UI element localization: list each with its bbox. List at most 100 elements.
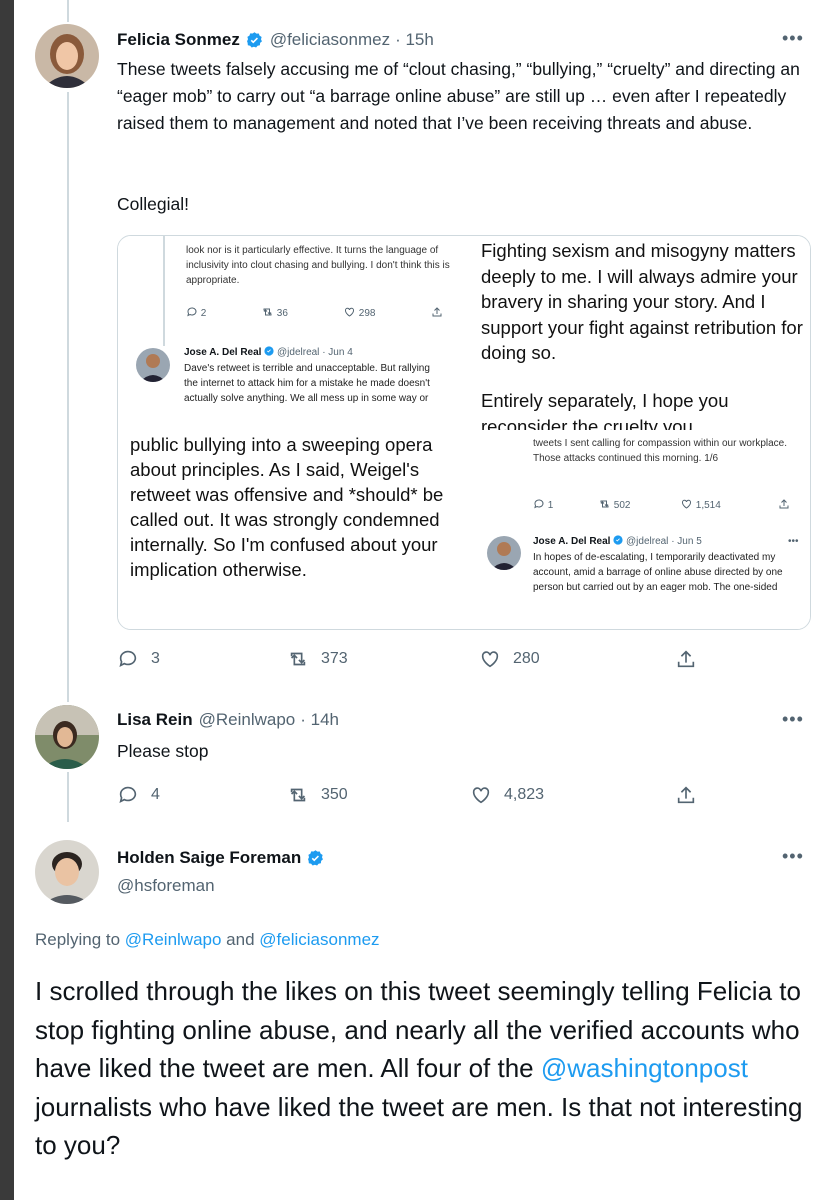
mini-reply-header: Jose A. Del Real @jdelreal · Jun 5 <box>533 534 702 549</box>
more-icon[interactable]: ••• <box>788 534 799 549</box>
reply-icon <box>119 650 137 667</box>
like-icon <box>682 499 691 509</box>
author-name[interactable]: Lisa Rein <box>117 710 193 730</box>
share-button[interactable] <box>675 648 697 670</box>
right-mini-text: tweets I sent calling for compassion wit… <box>533 438 788 464</box>
reply-icon <box>534 499 544 509</box>
verified-badge-icon <box>264 346 274 356</box>
mini-like[interactable]: 1,514 <box>680 498 721 513</box>
mini-reply[interactable]: 1 <box>533 498 553 513</box>
right-large-text-2: Entirely separately, I hope you reconsid… <box>481 390 729 430</box>
mini-share[interactable] <box>778 498 790 515</box>
tweet3-text-b: journalists who have liked the tweet are… <box>35 1091 803 1161</box>
mini-retweet-count: 36 <box>276 308 288 319</box>
reply-button[interactable]: 4 <box>117 784 160 806</box>
mini-like-count: 1,514 <box>695 500 721 511</box>
retweet-button[interactable]: 350 <box>287 784 348 806</box>
author-name[interactable]: Felicia Sonmez <box>117 30 240 50</box>
quoted-media[interactable]: look nor is it particularly effective. I… <box>117 235 811 630</box>
share-icon <box>779 499 789 509</box>
reply-count: 4 <box>151 786 160 803</box>
author-handle[interactable]: @Reinlwapo <box>199 710 296 730</box>
retweet-button[interactable]: 373 <box>287 648 348 670</box>
share-icon <box>677 650 695 668</box>
right-large-text-1: Fighting sexism and misogyny matters dee… <box>481 240 803 363</box>
retweet-count: 350 <box>321 786 348 803</box>
thread-line-top <box>67 0 69 22</box>
mini-author-name[interactable]: Jose A. Del Real <box>184 347 261 358</box>
quote-right-panel: Fighting sexism and misogyny matters dee… <box>470 236 810 629</box>
like-count: 280 <box>513 650 540 667</box>
reply-icon <box>119 786 137 803</box>
mini-reply-count: 2 <box>200 308 207 319</box>
share-icon <box>677 786 695 804</box>
replying-to: Replying to @Reinlwapo and @feliciasonme… <box>35 930 380 950</box>
like-icon <box>345 307 354 317</box>
mini-reply-text: In hopes of de-escalating, I temporarily… <box>533 552 783 593</box>
share-button[interactable] <box>675 784 697 806</box>
more-icon[interactable]: ••• <box>782 709 804 730</box>
mini-reply-count: 1 <box>547 500 554 511</box>
tweet3-header: Holden Saige Foreman <box>117 846 325 870</box>
mention-link[interactable]: @washingtonpost <box>541 1053 748 1083</box>
mini-like-count: 298 <box>358 308 376 319</box>
replying-prefix: Replying to <box>35 930 121 949</box>
thread-line-2 <box>67 772 69 822</box>
reply-button[interactable]: 3 <box>117 648 160 670</box>
thread-line-1 <box>67 92 69 702</box>
like-icon <box>472 787 490 804</box>
retweet-icon <box>600 500 609 508</box>
tweet3-text: I scrolled through the likes on this twe… <box>35 972 810 1165</box>
avatar-jose[interactable] <box>487 536 521 570</box>
tweet1-text-2: Collegial! <box>117 194 189 214</box>
avatar-holden[interactable] <box>35 840 99 904</box>
mini-thread-line <box>163 236 165 346</box>
tweet1-header: Felicia Sonmez @feliciasonmez · 15h <box>117 28 434 52</box>
mini-like[interactable]: 298 <box>343 306 375 321</box>
mini-retweet[interactable]: 502 <box>598 498 630 513</box>
more-icon[interactable]: ••• <box>782 846 804 867</box>
retweet-count: 373 <box>321 650 348 667</box>
tweet1-text: These tweets falsely accusing me of “clo… <box>117 59 800 133</box>
like-icon <box>481 651 499 668</box>
retweet-icon <box>290 788 306 802</box>
quote-left-panel: look nor is it particularly effective. I… <box>118 236 470 629</box>
left-large-text: public bullying into a sweeping opera ab… <box>130 434 444 580</box>
avatar-lisa[interactable] <box>35 705 99 769</box>
avatar-jose[interactable] <box>136 348 170 382</box>
mini-author-name[interactable]: Jose A. Del Real <box>533 536 610 547</box>
mini-retweet[interactable]: 36 <box>261 306 288 321</box>
mini-tweet-text: look nor is it particularly effective. I… <box>186 245 450 286</box>
left-window-edge <box>0 0 14 1200</box>
mini-author-handle[interactable]: @jdelreal <box>626 536 668 547</box>
reply-icon <box>187 307 197 317</box>
like-button[interactable]: 280 <box>479 648 540 670</box>
retweet-icon <box>290 652 306 666</box>
author-name[interactable]: Holden Saige Foreman <box>117 848 301 868</box>
author-handle[interactable]: @hsforeman <box>117 876 215 896</box>
mini-reply[interactable]: 2 <box>186 306 206 321</box>
mini-retweet-count: 502 <box>613 500 631 511</box>
retweet-icon <box>263 308 272 316</box>
mini-reply-text: Dave's retweet is terrible and unaccepta… <box>184 363 430 404</box>
verified-badge-icon <box>613 535 623 545</box>
like-count: 4,823 <box>504 786 545 803</box>
mini-time: · Jun 5 <box>671 536 702 547</box>
replying-and: and <box>226 930 255 949</box>
mini-reply-header: Jose A. Del Real @jdelreal · Jun 4 <box>184 345 353 360</box>
tweet-time[interactable]: · 14h <box>300 710 339 730</box>
more-icon[interactable]: ••• <box>782 28 804 49</box>
mini-author-handle[interactable]: @jdelreal <box>277 347 319 358</box>
mini-time: · Jun 4 <box>322 347 353 358</box>
tweet2-text: Please stop <box>117 741 209 761</box>
tweet-time[interactable]: · 15h <box>395 30 434 50</box>
mention-link[interactable]: @Reinlwapo <box>125 930 222 949</box>
mention-link[interactable]: @feliciasonmez <box>259 930 379 949</box>
author-handle[interactable]: @feliciasonmez <box>270 30 390 50</box>
like-button[interactable]: 4,823 <box>470 784 544 806</box>
verified-badge-icon <box>308 849 324 866</box>
share-icon <box>432 307 442 317</box>
tweet2-header: Lisa Rein @Reinlwapo · 14h <box>117 709 339 731</box>
avatar-felicia[interactable] <box>35 24 99 88</box>
mini-share[interactable] <box>431 306 443 323</box>
